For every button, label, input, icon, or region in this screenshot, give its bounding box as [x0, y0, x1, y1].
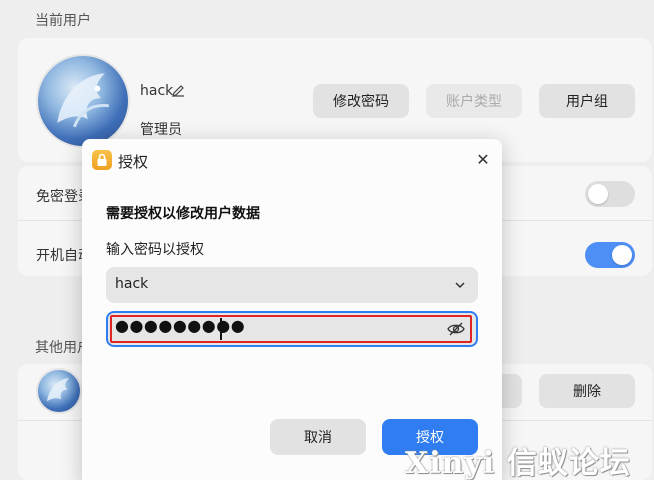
user-select[interactable]: hack: [106, 267, 478, 303]
eye-hidden-icon[interactable]: [446, 320, 466, 338]
dialog-heading: 需要授权以修改用户数据: [106, 206, 260, 222]
user-group-button[interactable]: 用户组: [539, 84, 635, 118]
user-select-value: hack: [115, 276, 149, 292]
text-caret: [220, 318, 222, 340]
close-icon[interactable]: ✕: [472, 149, 494, 171]
lock-icon: [92, 150, 112, 170]
password-free-login-toggle[interactable]: [585, 181, 635, 207]
delete-user-button[interactable]: 删除: [539, 374, 635, 408]
username-label: hack: [140, 83, 174, 99]
cancel-button[interactable]: 取消: [270, 419, 366, 455]
dialog-title: 授权: [118, 153, 149, 171]
edit-pencil-icon[interactable]: [171, 84, 185, 98]
password-value: ●●●●●●●●●: [115, 316, 246, 335]
password-prompt: 输入密码以授权: [106, 242, 204, 258]
password-field[interactable]: ●●●●●●●●●: [106, 311, 478, 347]
change-password-button[interactable]: 修改密码: [313, 84, 409, 118]
user-avatar[interactable]: [36, 54, 130, 148]
auto-login-toggle[interactable]: [585, 242, 635, 268]
account-type-button[interactable]: 账户类型: [426, 84, 522, 118]
chevron-down-icon: [452, 275, 468, 295]
current-user-section-title: 当前用户: [35, 13, 91, 29]
other-user-avatar[interactable]: [36, 368, 82, 414]
user-role-label: 管理员: [140, 122, 182, 138]
auth-dialog: 授权 ✕ 需要授权以修改用户数据 输入密码以授权 hack ●●●●●●●●● …: [82, 139, 502, 480]
watermark: Xinyi 信蚁论坛: [405, 446, 631, 480]
